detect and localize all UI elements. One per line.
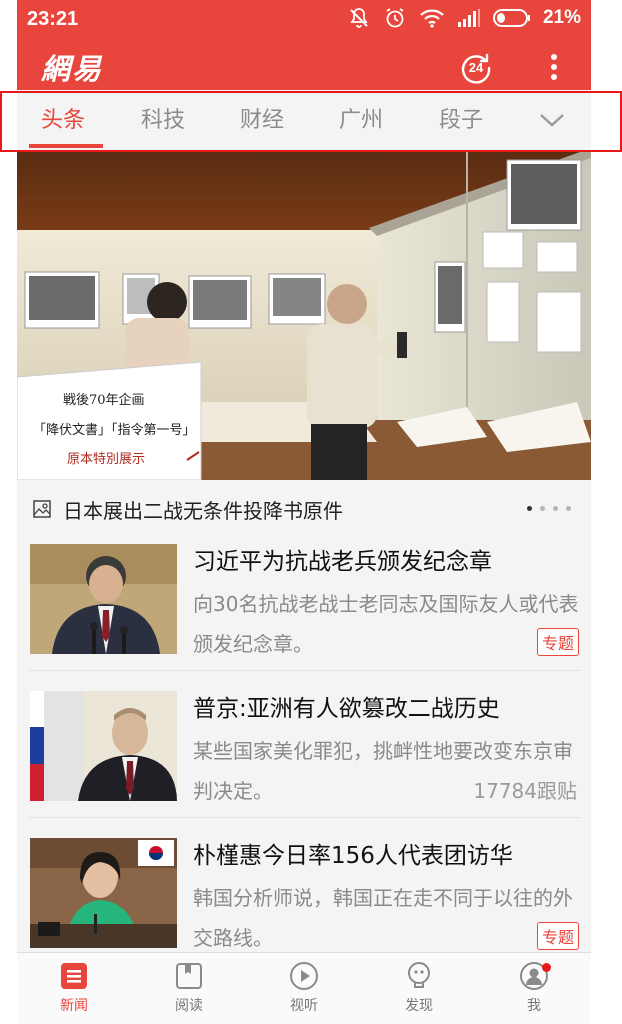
- chevron-down-icon[interactable]: [539, 110, 565, 130]
- nav-reading[interactable]: 阅读: [149, 961, 229, 1015]
- status-time: 23:21: [27, 8, 79, 30]
- tab-headlines[interactable]: 头条: [41, 106, 85, 136]
- nav-news[interactable]: 新闻: [34, 961, 114, 1015]
- hero-caption: 日本展出二战无条件投降书原件: [63, 499, 343, 523]
- refresh-badge-button[interactable]: 24: [460, 52, 492, 84]
- notification-dot: [542, 963, 551, 972]
- news-item-1[interactable]: 习近平为抗战老兵颁发纪念章 向30名抗战老战士老同志及国际友人或代表颁发纪念章。…: [17, 536, 591, 682]
- wifi-icon: [419, 7, 445, 29]
- bottom-nav: 新闻 阅读 视听 发现 我: [17, 952, 591, 1024]
- discover-icon: [408, 962, 430, 988]
- tab-jokes[interactable]: 段子: [439, 106, 483, 136]
- hero-sign-line-2: 「降伏文書」「指令第一号」: [33, 423, 196, 438]
- news-thumbnail: [30, 838, 177, 948]
- carousel-dot: [540, 506, 545, 511]
- nav-label: 新闻: [60, 998, 88, 1014]
- signal-icon: [457, 8, 481, 28]
- battery-icon: [492, 8, 531, 28]
- carousel-dot: [527, 506, 532, 511]
- status-icons: 21%: [347, 6, 581, 30]
- category-tabs: 头条 科技 财经 广州 段子: [17, 90, 591, 150]
- hero-sign-line-1: 戦後70年企画: [63, 392, 145, 408]
- mute-icon: [347, 6, 371, 30]
- carousel-dot: [553, 506, 558, 511]
- news-desc: 韩国分析师说，韩国正在走不同于以往的外交路线。: [193, 886, 573, 950]
- comment-count: 17784跟贴: [473, 779, 577, 803]
- nav-label: 阅读: [175, 998, 203, 1014]
- nav-label: 发现: [405, 998, 433, 1014]
- nav-av[interactable]: 视听: [264, 961, 344, 1015]
- news-title: 朴槿惠今日率156人代表团访华: [193, 843, 513, 869]
- nav-label: 我: [527, 998, 541, 1014]
- hero-image[interactable]: 戦後70年企画 「降伏文書」「指令第一号」 原本特別展示: [17, 152, 591, 480]
- tab-tech[interactable]: 科技: [141, 106, 185, 136]
- topic-badge: 专题: [536, 922, 579, 950]
- app-bar: 網易 24: [17, 40, 591, 90]
- tab-finance[interactable]: 财经: [240, 106, 284, 136]
- app-logo: 網易: [41, 52, 104, 86]
- phone-screen: 23:21 21% 網易 24 头条 科技 财经 广州 段子 戦後70年企画 「…: [17, 0, 591, 1024]
- carousel-dot: [566, 506, 571, 511]
- hero-sign-line-3: 原本特別展示: [67, 452, 145, 467]
- hero-caption-bar[interactable]: 日本展出二战无条件投降书原件: [17, 480, 591, 536]
- active-tab-underline: [29, 144, 103, 148]
- status-bar: 23:21 21%: [17, 0, 591, 40]
- carousel-indicator: [527, 506, 571, 511]
- divider: [29, 670, 581, 671]
- battery-percent: 21%: [542, 7, 581, 28]
- nav-discover[interactable]: 发现: [379, 961, 459, 1015]
- alarm-icon: [383, 6, 407, 30]
- news-item-2[interactable]: 普京:亚洲有人欲篡改二战历史 某些国家美化罪犯，挑衅性地要改变东京审判决定。 1…: [17, 683, 591, 829]
- reading-icon: [176, 963, 202, 989]
- topic-badge: 专题: [536, 628, 579, 656]
- news-title: 普京:亚洲有人欲篡改二战历史: [193, 696, 500, 722]
- badge-count: 24: [468, 60, 484, 75]
- play-icon: [290, 962, 318, 990]
- photo-gallery-icon: [33, 500, 51, 518]
- news-title: 习近平为抗战老兵颁发纪念章: [193, 549, 492, 575]
- news-icon: [61, 963, 87, 989]
- nav-me[interactable]: 我: [494, 961, 574, 1015]
- news-thumbnail: [30, 544, 177, 654]
- tab-guangzhou[interactable]: 广州: [339, 106, 383, 136]
- divider: [29, 817, 581, 818]
- more-vert-icon[interactable]: [545, 52, 563, 82]
- nav-label: 视听: [290, 998, 318, 1014]
- news-desc: 向30名抗战老战士老同志及国际友人或代表颁发纪念章。: [193, 592, 579, 656]
- news-thumbnail: [30, 691, 177, 801]
